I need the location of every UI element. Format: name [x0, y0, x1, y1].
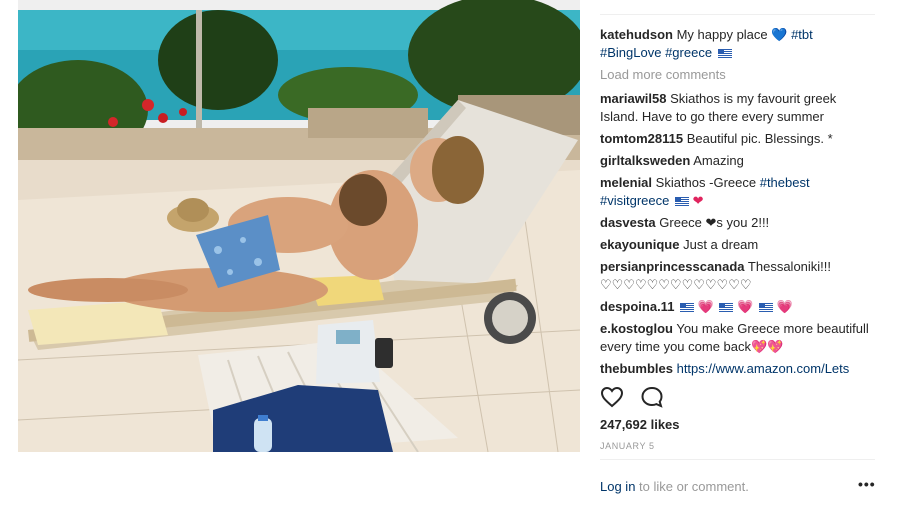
comment-text: Beautiful pic. Blessings. *	[686, 131, 833, 146]
post-photo[interactable]	[18, 0, 580, 452]
caption: katehudson My happy place 💙 #tbt #BingLo…	[600, 26, 872, 62]
post-side-panel: katehudson My happy place 💙 #tbt #BingLo…	[600, 14, 875, 504]
comment-text: Greece ❤s you 2!!!	[659, 215, 770, 230]
comment-item: melenial Skiathos -Greece #thebest #visi…	[600, 174, 872, 210]
sunbathing-photo	[18, 0, 580, 452]
comment-username[interactable]: ekayounique	[600, 237, 679, 252]
pink-heart-icon: 💗	[776, 299, 793, 314]
comment-username[interactable]: girltalksweden	[600, 153, 690, 168]
comment-item: e.kostoglou You make Greece more beautif…	[600, 320, 872, 356]
comment-username[interactable]: persianprincesscanada	[600, 259, 745, 274]
hashtag-binglove[interactable]: #BingLove	[600, 45, 661, 60]
comment-username[interactable]: thebumbles	[600, 361, 673, 376]
author-username[interactable]: katehudson	[600, 27, 673, 42]
heart-outline-icon[interactable]	[600, 386, 626, 410]
comment-item: persianprincesscanada Thessaloniki!!! ♡♡…	[600, 258, 872, 294]
greece-flag-icon	[675, 197, 689, 207]
divider	[600, 459, 875, 460]
pink-heart-icon: 💗	[697, 299, 714, 314]
comment-item: thebumbles https://www.amazon.com/Lets	[600, 360, 872, 378]
comment-username[interactable]: despoina.11	[600, 299, 674, 314]
speech-bubble-icon[interactable]	[640, 386, 666, 410]
comment-item: girltalksweden Amazing	[600, 152, 872, 170]
comment-username[interactable]: tomtom28115	[600, 131, 683, 146]
caption-text: My happy place 💙	[676, 27, 788, 42]
comment-text: Amazing	[693, 153, 744, 168]
comment-item: despoina.11 💗 💗 💗	[600, 298, 872, 316]
post-date[interactable]: JANUARY 5	[600, 441, 655, 451]
hashtag-greece[interactable]: #greece	[665, 45, 712, 60]
comment-username[interactable]: melenial	[600, 175, 652, 190]
login-prompt-text: to like or comment.	[635, 479, 749, 494]
greece-flag-icon	[758, 303, 773, 313]
divider	[600, 14, 875, 15]
comment-link[interactable]: https://www.amazon.com/Lets	[677, 361, 850, 376]
load-more-comments-button[interactable]: Load more comments	[600, 66, 872, 84]
hashtag-tbt[interactable]: #tbt	[791, 27, 813, 42]
comment-item: mariawil58 Skiathos is my favourit greek…	[600, 90, 872, 126]
comment-item: tomtom28115 Beautiful pic. Blessings. *	[600, 130, 872, 148]
post-actions	[600, 386, 680, 410]
comments-list[interactable]: katehudson My happy place 💙 #tbt #BingLo…	[600, 26, 872, 386]
login-link[interactable]: Log in	[600, 479, 635, 494]
comment-item: dasvesta Greece ❤s you 2!!!	[600, 214, 872, 232]
greece-flag-icon	[717, 49, 732, 59]
comment-username[interactable]: e.kostoglou	[600, 321, 673, 336]
comment-username[interactable]: dasvesta	[600, 215, 656, 230]
comment-text: Skiathos -Greece	[655, 175, 757, 190]
pink-heart-icon: 💗	[737, 299, 754, 314]
greece-flag-icon	[680, 303, 695, 313]
comment-item: ekayounique Just a dream	[600, 236, 872, 254]
login-prompt: Log in to like or comment.	[600, 479, 749, 494]
comment-text: Just a dream	[683, 237, 759, 252]
red-heart-icon: ❤	[692, 193, 704, 208]
greece-flag-icon	[719, 303, 734, 313]
ellipsis-icon[interactable]: •••	[858, 476, 876, 492]
likes-count[interactable]: 247,692 likes	[600, 417, 680, 432]
comment-username[interactable]: mariawil58	[600, 91, 667, 106]
